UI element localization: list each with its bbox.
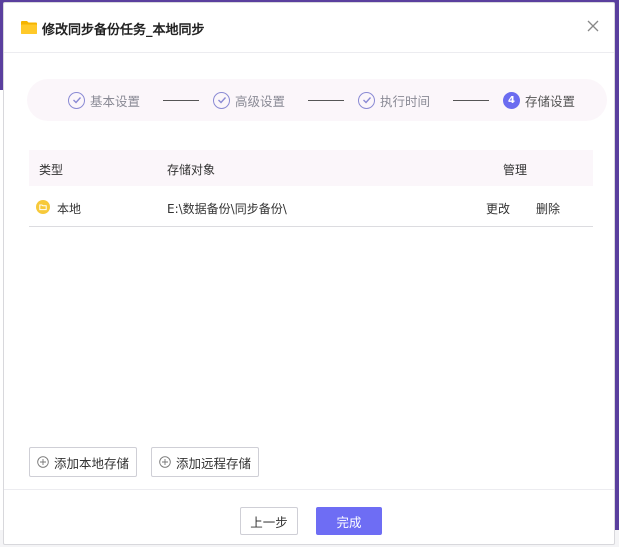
delete-link[interactable]: 删除 xyxy=(536,200,560,217)
column-type: 类型 xyxy=(39,163,64,177)
step-execution-time[interactable]: 执行时间 xyxy=(358,90,430,110)
storage-table-header: 类型 存储对象 管理 xyxy=(29,150,593,186)
storage-type: 本地 xyxy=(57,202,82,216)
step-connector xyxy=(163,100,199,101)
column-manage: 管理 xyxy=(503,163,528,177)
add-remote-storage-button[interactable]: 添加远程存储 xyxy=(151,447,260,477)
edit-sync-task-dialog: 修改同步备份任务_本地同步 基本设置 高级设置 执行时间 4 存储设置 类型 存… xyxy=(3,2,615,545)
step-basic-settings[interactable]: 基本设置 xyxy=(68,90,140,110)
step-label: 基本设置 xyxy=(90,93,141,109)
step-connector xyxy=(453,100,489,101)
dialog-title: 修改同步备份任务_本地同步 xyxy=(42,23,205,38)
step-label: 高级设置 xyxy=(235,93,286,109)
close-icon[interactable] xyxy=(586,19,600,33)
dialog-header: 修改同步备份任务_本地同步 xyxy=(4,3,614,53)
edit-link[interactable]: 更改 xyxy=(486,200,510,217)
step-advanced-settings[interactable]: 高级设置 xyxy=(213,90,285,110)
plus-circle-icon xyxy=(37,456,49,468)
step-connector xyxy=(308,100,344,101)
wizard-steps: 基本设置 高级设置 执行时间 4 存储设置 xyxy=(27,79,607,121)
add-remote-label: 添加远程存储 xyxy=(176,455,252,471)
add-local-storage-button[interactable]: 添加本地存储 xyxy=(29,447,138,477)
storage-target-path: E:\数据备份\同步备份\ xyxy=(167,202,287,216)
check-circle-icon xyxy=(68,91,85,109)
finish-button[interactable]: 完成 xyxy=(316,507,382,535)
column-target: 存储对象 xyxy=(167,163,216,177)
check-circle-icon xyxy=(213,91,230,109)
check-circle-icon xyxy=(358,91,375,109)
previous-step-button[interactable]: 上一步 xyxy=(240,507,298,535)
folder-icon xyxy=(21,21,37,34)
step-number-badge: 4 xyxy=(503,91,520,109)
add-local-label: 添加本地存储 xyxy=(54,455,130,471)
step-label: 执行时间 xyxy=(380,93,431,109)
dialog-footer: 上一步 完成 xyxy=(4,489,614,547)
table-row: 本地 E:\数据备份\同步备份\ 更改 删除 xyxy=(29,188,593,227)
step-storage-settings[interactable]: 4 存储设置 xyxy=(503,90,575,110)
step-label: 存储设置 xyxy=(525,93,576,109)
local-storage-icon xyxy=(36,200,50,214)
plus-circle-icon xyxy=(159,456,171,468)
